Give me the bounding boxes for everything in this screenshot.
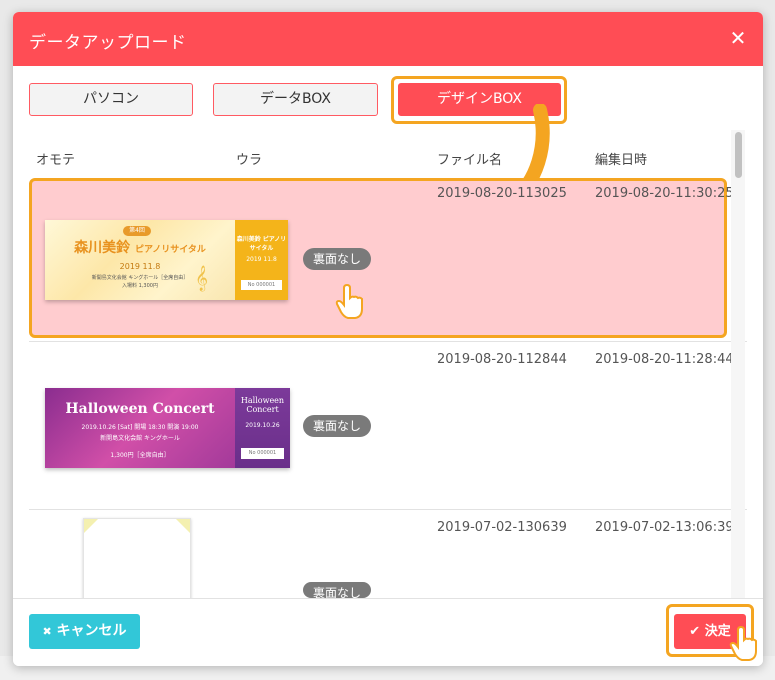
scrollbar-track[interactable] [731,130,745,598]
row-divider [29,341,747,342]
stub-number: No 000001 [241,280,282,290]
scrollbar-thumb[interactable] [735,132,742,178]
column-back: ウラ [236,153,263,168]
treble-clef-icon: 𝄞 [195,266,209,291]
stub-title: 森川美鈴 ピアノリサイタル [236,236,287,252]
stub-date: 2019.10.26 [245,422,280,429]
ticket-edition-badge: 第4回 [123,226,151,236]
ticket-thumbnail-piano[interactable]: 第4回 森川美鈴 ピアノリサイタル 2019 11.8 新開島文化会館 キングホ… [45,220,288,300]
cancel-button[interactable]: ✖ キャンセル [29,614,140,649]
row-divider [29,509,747,510]
upload-dialog: データアップロード ✕ パソコン データBOX デザインBOX オモテ ウラ フ… [13,12,763,666]
row-edited: 2019-07-02-13:06:39 [595,520,734,535]
hand-pointer-icon [729,626,757,661]
ticket-price: 1,300円［全席自由］ [110,452,170,459]
ticket-title: Halloween Concert [65,401,215,417]
no-back-badge: 裏面なし [303,415,372,437]
row-edited: 2019-08-20-11:30:25 [595,186,734,201]
row-edited: 2019-08-20-11:28:44 [595,352,734,367]
ticket-date: 2019.10.26 [Sat] 開場 18:30 開演 19:00 [81,424,199,431]
ticket-venue: 新開島文化会館 キングホール [100,435,180,442]
hand-pointer-icon [335,284,363,319]
dialog-header: データアップロード ✕ [13,12,763,66]
ticket-performer: 森川美鈴 [74,240,131,256]
check-icon: ✔ [689,624,701,639]
ticket-subtitle: ピアノリサイタル [135,245,206,255]
ticket-thumbnail-halloween[interactable]: Halloween Concert 2019.10.26 [Sat] 開場 18… [45,388,290,468]
card-thumbnail-blank[interactable] [83,518,191,600]
column-filename: ファイル名 [437,153,503,168]
no-back-badge: 裏面なし [303,248,372,270]
close-icon: ✖ [42,625,52,638]
tab-computer[interactable]: パソコン [29,83,193,116]
corner-ornament [84,519,98,533]
corner-ornament [176,519,190,533]
no-back-badge: 裏面なし [303,582,372,598]
stub-title: Halloween Concert [240,396,285,414]
row-filename: 2019-08-20-112844 [437,352,567,367]
stub-number: No 000001 [241,448,284,459]
row-filename: 2019-08-20-113025 [437,186,567,201]
row-filename: 2019-07-02-130639 [437,520,567,535]
column-edited: 編集日時 [595,153,648,168]
column-front: オモテ [36,153,76,168]
cancel-label: キャンセル [56,623,127,639]
stub-date: 2019 11.8 [246,256,277,263]
confirm-label: 決定 [704,624,731,639]
close-icon[interactable]: ✕ [723,24,753,54]
dialog-title: データアップロード [29,33,187,53]
tab-data-box[interactable]: データBOX [213,83,378,116]
